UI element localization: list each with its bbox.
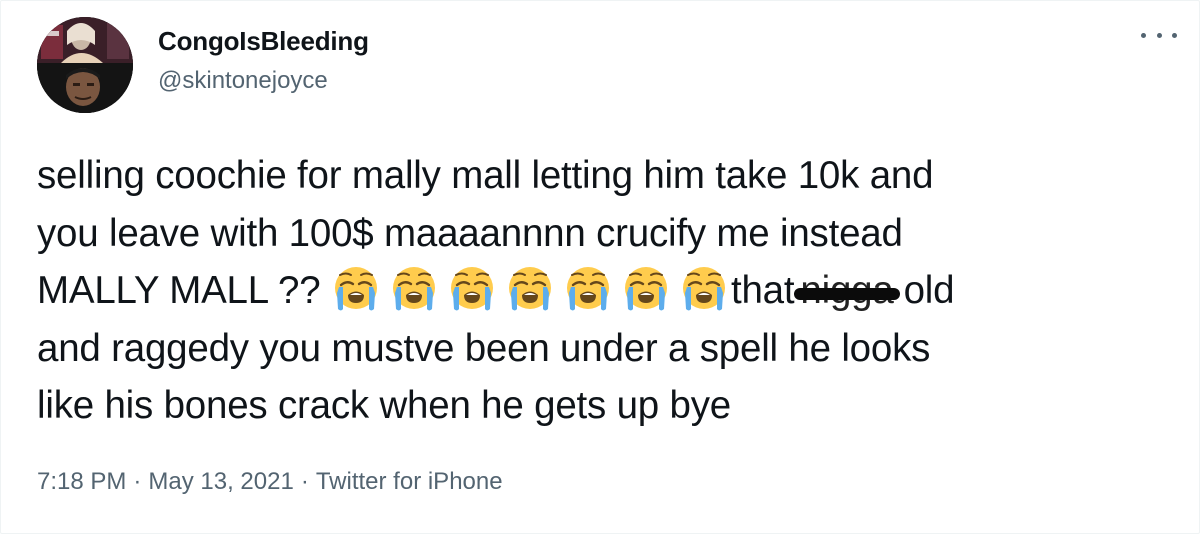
loudly-crying-face-icon <box>505 263 555 313</box>
avatar[interactable] <box>37 17 133 113</box>
tweet-date[interactable]: May 13, 2021 <box>148 468 293 495</box>
tweet-source[interactable]: Twitter for iPhone <box>316 468 503 495</box>
loudly-crying-face-icon <box>621 263 671 313</box>
display-name[interactable]: CongoIsBleeding <box>158 25 369 57</box>
tweet-text-line: MALLY MALL ?? thatniggaold <box>37 262 1167 320</box>
tweet-text-line: selling coochie for mally mall letting h… <box>37 154 934 197</box>
user-handle[interactable]: @skintonejoyce <box>158 65 328 97</box>
more-dot <box>1172 32 1177 38</box>
tweet-meta: 7:18 PM · May 13, 2021 · Twitter for iPhone <box>37 464 503 500</box>
tweet-text-line: and raggedy you mustve been under a spel… <box>37 326 931 370</box>
more-dot <box>1156 32 1162 38</box>
loudly-crying-face-icon <box>563 263 613 313</box>
more-horizontal-icon[interactable] <box>1141 23 1177 47</box>
tweet-text-segment: old <box>903 269 955 313</box>
loudly-crying-face-icon <box>447 263 497 313</box>
tweet-text-line: like his bones crack when he gets up bye <box>37 384 731 428</box>
censored-word: nigga <box>794 262 900 320</box>
tweet-text-segment: MALLY MALL ?? <box>37 269 321 313</box>
loudly-crying-face-icon <box>389 263 439 313</box>
more-dot <box>1141 32 1146 38</box>
tweet-text-line: you leave with 100$ maaaannnn crucify me… <box>37 211 903 255</box>
tweet-time[interactable]: 7:18 PM <box>37 468 126 495</box>
loudly-crying-face-icon <box>679 263 729 313</box>
meta-separator: · <box>133 468 142 495</box>
meta-separator: · <box>300 468 309 495</box>
censor-bar <box>794 288 900 301</box>
emoji-row <box>331 267 731 312</box>
tweet-card: CongoIsBleeding @skintonejoyce selling c… <box>0 0 1200 534</box>
tweet-text: selling coochie for mally mall letting h… <box>37 147 1167 435</box>
loudly-crying-face-icon <box>331 263 381 313</box>
tweet-text-segment: that <box>730 269 795 313</box>
